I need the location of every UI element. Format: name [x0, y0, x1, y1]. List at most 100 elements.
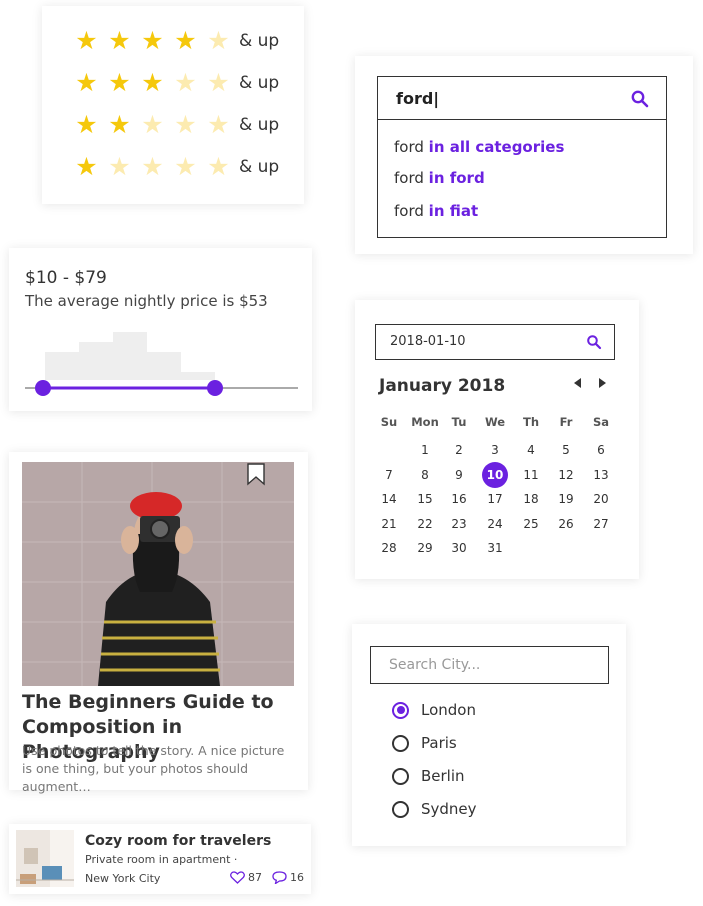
calendar-day[interactable]: 13	[587, 464, 615, 486]
city-option-paris[interactable]: Paris	[392, 734, 457, 752]
city-search-input[interactable]: Search City...	[370, 646, 609, 684]
radio-unchecked[interactable]	[392, 800, 409, 818]
calendar-day[interactable]: 4	[517, 439, 545, 461]
suggestion-item[interactable]: ford in fiat	[394, 202, 478, 220]
likes-count: 87	[248, 871, 262, 884]
rating-row-4-up[interactable]: ★ ★ ★ ★ ★ & up	[70, 27, 279, 55]
suggestion-scope: in fiat	[428, 202, 479, 220]
city-option-label: Berlin	[421, 767, 465, 785]
calendar-day-selected[interactable]: 10	[482, 461, 508, 488]
calendar-day[interactable]: 24	[481, 513, 509, 535]
rating-suffix: & up	[239, 31, 280, 51]
heart-icon	[230, 871, 245, 884]
calendar-day[interactable]: 23	[445, 513, 473, 535]
max-price-handle[interactable]	[207, 380, 223, 396]
star-empty-icon: ★	[207, 110, 230, 139]
star-filled-icon: ★	[108, 68, 131, 97]
rating-suffix: & up	[239, 115, 280, 135]
date-input-value[interactable]: 2018-01-10	[390, 334, 466, 349]
weekday-header: Fr	[559, 415, 573, 429]
calendar-day[interactable]: 18	[517, 488, 545, 510]
datepicker-card: 2018-01-10 January 2018 Su Mon Tu We Th Fr Sa 1…	[355, 300, 639, 579]
calendar-day[interactable]: 15	[411, 488, 439, 510]
search-icon[interactable]	[586, 334, 602, 350]
star-empty-icon: ★	[174, 152, 197, 181]
suggestion-item[interactable]: ford in ford	[394, 169, 485, 187]
radio-unchecked[interactable]	[392, 734, 409, 752]
article-description: Use photos to tell the story. A nice pic…	[22, 743, 285, 794]
weekday-header: Sa	[592, 415, 610, 429]
calendar-day[interactable]: 22	[411, 513, 439, 535]
calendar-day[interactable]: 11	[517, 464, 545, 486]
calendar-day[interactable]: 20	[587, 488, 615, 510]
likes-counter[interactable]: 87	[230, 871, 262, 884]
bookmark-icon[interactable]	[246, 462, 266, 486]
price-average-label: The average nightly price is $53	[25, 292, 268, 310]
calendar-day[interactable]: 6	[587, 439, 615, 461]
calendar-day[interactable]: 30	[445, 537, 473, 559]
calendar-day[interactable]: 26	[552, 513, 580, 535]
star-empty-icon: ★	[207, 152, 230, 181]
radio-unchecked[interactable]	[392, 767, 409, 785]
article-card[interactable]: The Beginners Guide to Composition in Ph…	[9, 452, 308, 794]
calendar-day[interactable]: 28	[375, 537, 403, 559]
calendar-day[interactable]: 8	[411, 464, 439, 486]
suggestion-term: ford	[394, 169, 424, 187]
calendar-day[interactable]: 19	[552, 488, 580, 510]
calendar-day[interactable]: 3	[481, 439, 509, 461]
calendar-day[interactable]: 21	[375, 513, 403, 535]
listing-card[interactable]: Cozy room for travelers Private room in …	[9, 824, 311, 894]
suggestion-scope: in all categories	[428, 138, 565, 156]
calendar-day[interactable]: 7	[375, 464, 403, 486]
weekday-header: Th	[522, 415, 540, 429]
calendar-day[interactable]: 29	[411, 537, 439, 559]
star-filled-icon: ★	[141, 68, 164, 97]
calendar-day[interactable]: 25	[517, 513, 545, 535]
calendar-day[interactable]: 2	[445, 439, 473, 461]
suggestion-item[interactable]: ford in all categories	[394, 138, 564, 156]
search-input-value[interactable]: ford|	[396, 89, 439, 108]
star-filled-icon: ★	[75, 152, 98, 181]
city-option-berlin[interactable]: Berlin	[392, 767, 465, 785]
calendar-day[interactable]: 5	[552, 439, 580, 461]
star-filled-icon: ★	[174, 26, 197, 55]
city-option-sydney[interactable]: Sydney	[392, 800, 477, 818]
calendar-day[interactable]: 31	[481, 537, 509, 559]
suggestion-term: ford	[394, 202, 424, 220]
price-histogram	[25, 332, 298, 396]
comments-count: 16	[290, 871, 304, 884]
star-empty-icon: ★	[174, 68, 197, 97]
chevron-right-icon[interactable]	[597, 376, 609, 390]
calendar-day[interactable]: 1	[411, 439, 439, 461]
city-option-london[interactable]: London	[392, 701, 476, 719]
calendar-day[interactable]: 16	[445, 488, 473, 510]
radio-checked[interactable]	[392, 701, 409, 719]
listing-city: New York City	[85, 872, 161, 885]
listing-title[interactable]: Cozy room for travelers	[85, 833, 271, 849]
calendar-day[interactable]: 9	[445, 464, 473, 486]
calendar-day[interactable]: 14	[375, 488, 403, 510]
star-filled-icon: ★	[141, 26, 164, 55]
listing-thumbnail	[16, 830, 74, 887]
rating-row-3-up[interactable]: ★ ★ ★ ★ ★ & up	[70, 69, 279, 97]
chevron-left-icon[interactable]	[571, 376, 583, 390]
weekday-header: Tu	[451, 415, 467, 429]
star-empty-icon: ★	[207, 68, 230, 97]
date-input[interactable]: 2018-01-10	[375, 324, 615, 360]
rating-filter-card: ★ ★ ★ ★ ★ & up ★ ★ ★ ★ ★ & up ★ ★ ★ ★ ★ & up ★ ★ ★ ★ ★ & up	[42, 6, 304, 204]
calendar-day[interactable]: 27	[587, 513, 615, 535]
search-autocomplete-card: ford| ford in all categories ford in for…	[355, 56, 693, 254]
comments-counter[interactable]: 16	[272, 871, 304, 884]
calendar-day[interactable]: 12	[552, 464, 580, 486]
min-price-handle[interactable]	[35, 380, 51, 396]
city-option-label: London	[421, 701, 476, 719]
article-photo	[22, 462, 294, 686]
calendar-day[interactable]: 17	[481, 488, 509, 510]
star-empty-icon: ★	[207, 26, 230, 55]
suggestion-scope: in ford	[428, 169, 485, 187]
rating-row-1-up[interactable]: ★ ★ ★ ★ ★ & up	[70, 153, 279, 181]
search-icon[interactable]	[630, 89, 650, 109]
search-input[interactable]: ford|	[377, 76, 667, 120]
rating-row-2-up[interactable]: ★ ★ ★ ★ ★ & up	[70, 111, 279, 139]
weekday-header: Mon	[411, 415, 439, 429]
